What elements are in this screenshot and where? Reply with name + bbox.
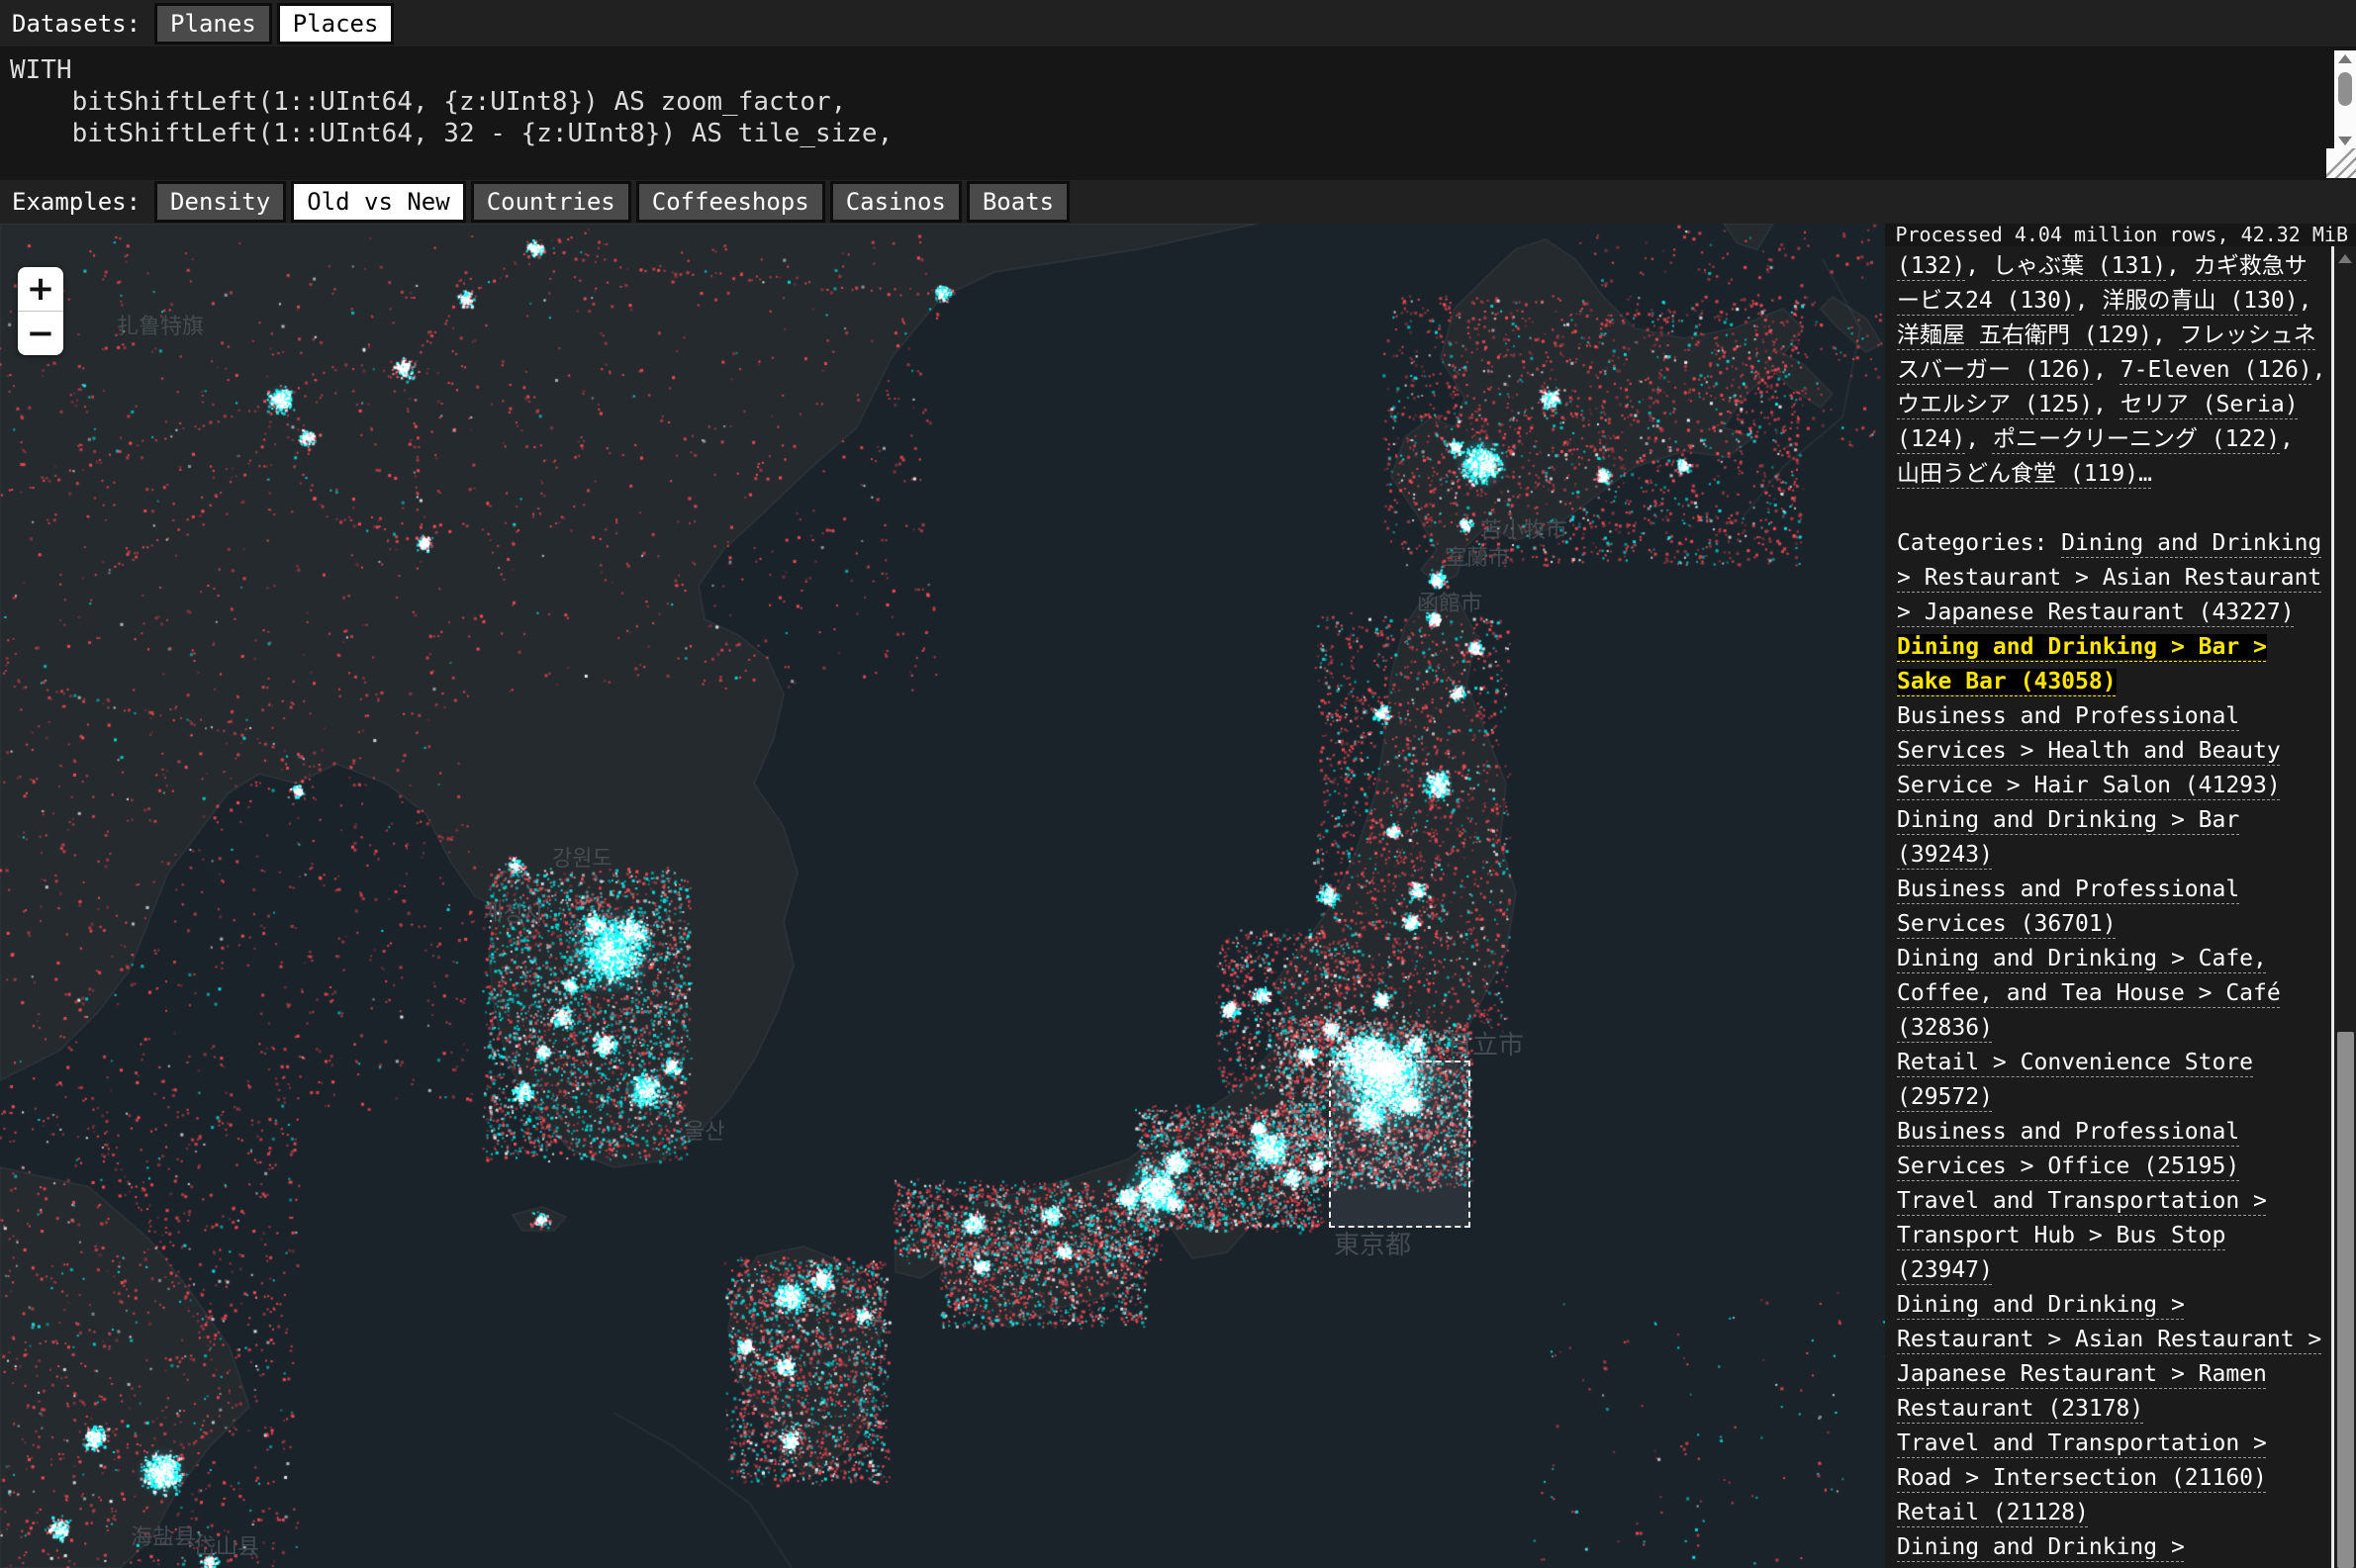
scroll-up-icon[interactable]: [2338, 54, 2352, 63]
brand-link[interactable]: (132): [1897, 253, 1965, 279]
examples-label: Examples:: [12, 188, 141, 216]
brand-link[interactable]: ウエルシア (125): [1897, 392, 2093, 417]
results-sidebar: Processed 4.04 million rows, 42.32 MiB (…: [1885, 224, 2356, 1568]
category-link[interactable]: Business and Professional Services > Off…: [1897, 1119, 2239, 1179]
brand-link[interactable]: しゃぶ葉 (131): [1993, 253, 2166, 279]
sql-editor[interactable]: WITH bitShiftLeft(1::UInt64, {z:UInt8}) …: [0, 46, 2356, 180]
brand-link[interactable]: 山田うどん食堂 (119)…: [1897, 461, 2152, 487]
brand-link[interactable]: 洋服の青山 (130): [2102, 288, 2298, 314]
zoom-in-button[interactable]: +: [18, 267, 63, 312]
brand-link[interactable]: ポニークリーニング (122): [1993, 426, 2280, 452]
categories-list: Categories: Dining and Drinking > Restau…: [1897, 526, 2327, 1568]
sql-code[interactable]: WITH bitShiftLeft(1::UInt64, {z:UInt8}) …: [0, 46, 2356, 149]
brands-list: (132), しゃぶ葉 (131), カギ救急サービス24 (130), 洋服の…: [1897, 249, 2327, 492]
category-link[interactable]: Dining and Drinking > Restaurant > Asian…: [1897, 1292, 2321, 1422]
category-link[interactable]: Travel and Transportation > Transport Hu…: [1897, 1188, 2267, 1283]
dataset-button-places[interactable]: Places: [277, 3, 395, 45]
query-status: Processed 4.04 million rows, 42.32 MiB: [1885, 224, 2356, 246]
map-canvas[interactable]: [0, 224, 1885, 1568]
map-selection-rectangle: [1329, 1061, 1470, 1228]
category-link[interactable]: Retail (21128): [1897, 1500, 2089, 1525]
example-button-old-vs-new[interactable]: Old vs New: [291, 181, 466, 223]
datasets-bar: Datasets: PlanesPlaces: [0, 0, 2356, 46]
sidebar-scrollbar-thumb[interactable]: [2337, 1032, 2354, 1568]
map-zoom-control: + −: [18, 267, 63, 355]
sql-editor-scrollbar[interactable]: [2334, 50, 2356, 151]
example-button-countries[interactable]: Countries: [471, 181, 631, 223]
scroll-down-icon[interactable]: [2338, 137, 2352, 145]
example-button-coffeeshops[interactable]: Coffeeshops: [636, 181, 825, 223]
example-buttons: DensityOld vs NewCountriesCoffeeshopsCas…: [154, 181, 1075, 223]
category-link[interactable]: Business and Professional Services > Hea…: [1897, 703, 2281, 798]
categories-label: Categories:: [1897, 530, 2061, 556]
category-link[interactable]: Retail > Convenience Store (29572): [1897, 1050, 2253, 1110]
textarea-resize-grip-icon[interactable]: [2326, 148, 2356, 178]
example-button-casinos[interactable]: Casinos: [830, 181, 962, 223]
examples-bar: Examples: DensityOld vs NewCountriesCoff…: [0, 180, 2356, 224]
dataset-button-planes[interactable]: Planes: [154, 3, 272, 45]
sidebar-scrollbar[interactable]: [2331, 246, 2356, 1568]
brand-link[interactable]: 洋麺屋 五右衛門 (129): [1897, 323, 2152, 348]
category-link-highlighted[interactable]: Dining and Drinking > Bar > Sake Bar (43…: [1897, 634, 2267, 694]
category-link[interactable]: Dining and Drinking > Cafe, Coffee, and …: [1897, 946, 2281, 1041]
example-button-boats[interactable]: Boats: [967, 181, 1070, 223]
sidebar-content: (132), しゃぶ葉 (131), カギ救急サービス24 (130), 洋服の…: [1885, 246, 2331, 1568]
category-link[interactable]: Business and Professional Services (3670…: [1897, 876, 2239, 937]
category-link[interactable]: Travel and Transportation > Road > Inter…: [1897, 1430, 2267, 1491]
zoom-out-button[interactable]: −: [18, 312, 63, 355]
map[interactable]: 扎鲁特旗日立市東京都강원도개성시울산苫小牧市室蘭市函館市海盐县岱山县 + −: [0, 224, 1885, 1568]
scroll-up-icon[interactable]: [2338, 254, 2352, 263]
main-area: 扎鲁特旗日立市東京都강원도개성시울산苫小牧市室蘭市函館市海盐县岱山县 + − P…: [0, 224, 2356, 1568]
brand-link[interactable]: 7-Eleven (126): [2120, 357, 2312, 383]
example-button-density[interactable]: Density: [154, 181, 286, 223]
datasets-label: Datasets:: [12, 10, 141, 38]
dataset-buttons: PlanesPlaces: [154, 3, 399, 45]
category-link[interactable]: Dining and Drinking > Bar (39243): [1897, 807, 2239, 868]
sql-scrollbar-thumb[interactable]: [2338, 72, 2352, 106]
category-link[interactable]: Dining and Drinking > Restaurant > Asian…: [1897, 1534, 2321, 1568]
